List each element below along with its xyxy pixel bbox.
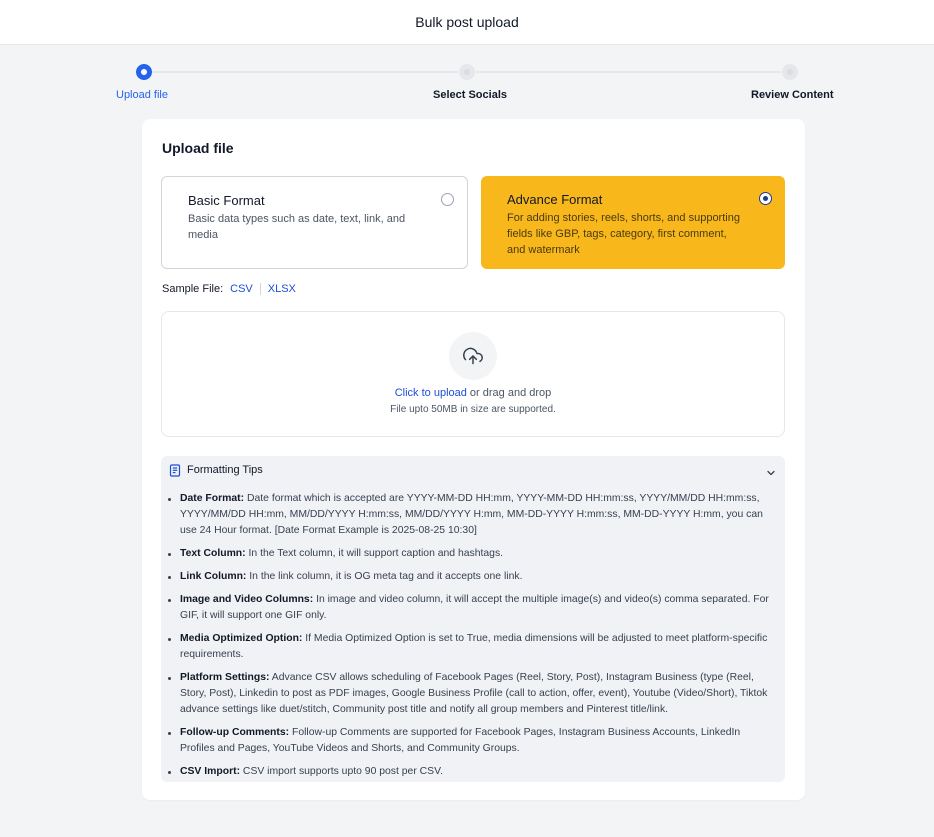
page-title: Bulk post upload bbox=[415, 14, 519, 30]
tip-text: In the Text column, it will support capt… bbox=[245, 548, 504, 559]
basic-format-description: Basic data types such as date, text, lin… bbox=[188, 213, 406, 241]
basic-format-option[interactable]: Basic Format Basic data types such as da… bbox=[161, 176, 468, 269]
sample-csv-link[interactable]: CSV bbox=[230, 283, 253, 295]
step-dot-upload-file[interactable] bbox=[136, 64, 152, 80]
upload-size-note: File upto 50MB in size are supported. bbox=[390, 404, 556, 415]
tip-item: Date Format: Date format which is accept… bbox=[167, 491, 777, 539]
drag-drop-text: or drag and drop bbox=[466, 387, 552, 399]
step-label-select-socials[interactable]: Select Socials bbox=[433, 89, 507, 101]
advance-format-option[interactable]: Advance Format For adding stories, reels… bbox=[481, 176, 785, 269]
tip-text: Date format which is accepted are YYYY-M… bbox=[180, 493, 763, 536]
tip-item: Image and Video Columns: In image and vi… bbox=[167, 592, 777, 624]
card-title: Upload file bbox=[162, 140, 234, 156]
tip-text: Advance CSV allows scheduling of Faceboo… bbox=[180, 672, 768, 715]
tip-key: Link Column: bbox=[180, 571, 247, 582]
tip-item: Link Column: In the link column, it is O… bbox=[167, 569, 777, 585]
stepper-line bbox=[152, 71, 458, 73]
divider bbox=[259, 283, 261, 295]
document-icon bbox=[169, 464, 181, 482]
advance-format-radio[interactable] bbox=[759, 192, 772, 205]
stepper: Upload file Select Socials Review Conten… bbox=[0, 60, 934, 110]
tip-key: CSV Import: bbox=[180, 766, 241, 777]
tip-item: CSV Import: CSV import supports upto 90 … bbox=[167, 764, 777, 780]
formatting-tips-panel: Formatting Tips Date Format: Date format… bbox=[161, 456, 785, 782]
tip-item: Follow-up Comments: Follow-up Comments a… bbox=[167, 725, 777, 757]
upload-card: Upload file Basic Format Basic data type… bbox=[142, 119, 805, 800]
formatting-tips-title: Formatting Tips bbox=[187, 464, 263, 476]
step-label-review-content[interactable]: Review Content bbox=[751, 89, 834, 101]
chevron-down-icon[interactable] bbox=[766, 465, 776, 483]
stepper-line bbox=[476, 71, 781, 73]
advance-format-description: For adding stories, reels, shorts, and s… bbox=[507, 212, 740, 256]
click-to-upload-link[interactable]: Click to upload bbox=[395, 387, 467, 399]
formatting-tips-header[interactable]: Formatting Tips bbox=[161, 456, 785, 484]
tip-item: Platform Settings: Advance CSV allows sc… bbox=[167, 670, 777, 718]
upload-cloud-icon[interactable] bbox=[449, 332, 497, 380]
basic-format-radio[interactable] bbox=[441, 193, 454, 206]
basic-format-name: Basic Format bbox=[188, 193, 265, 208]
tip-key: Text Column: bbox=[180, 548, 246, 559]
step-label-upload-file[interactable]: Upload file bbox=[116, 89, 168, 101]
tip-key: Image and Video Columns: bbox=[180, 594, 314, 605]
tip-key: Platform Settings: bbox=[180, 672, 270, 683]
step-dot-review-content[interactable] bbox=[782, 64, 798, 80]
tip-key: Media Optimized Option: bbox=[180, 633, 303, 644]
tip-text: In the link column, it is OG meta tag an… bbox=[246, 571, 523, 582]
advance-format-name: Advance Format bbox=[507, 192, 603, 207]
tips-list: Date Format: Date format which is accept… bbox=[167, 491, 777, 787]
sample-file-row: Sample File: CSV XLSX bbox=[162, 283, 296, 295]
top-bar: Bulk post upload bbox=[0, 0, 934, 45]
file-dropzone[interactable]: Click to upload or drag and drop File up… bbox=[161, 311, 785, 437]
sample-xlsx-link[interactable]: XLSX bbox=[268, 283, 296, 295]
tip-item: Text Column: In the Text column, it will… bbox=[167, 546, 777, 562]
step-dot-select-socials[interactable] bbox=[459, 64, 475, 80]
tip-item: Media Optimized Option: If Media Optimiz… bbox=[167, 631, 777, 663]
upload-instruction: Click to upload or drag and drop bbox=[162, 387, 784, 399]
sample-file-label: Sample File: bbox=[162, 283, 224, 295]
tip-key: Follow-up Comments: bbox=[180, 727, 290, 738]
tip-key: Date Format: bbox=[180, 493, 245, 504]
tip-text: CSV import supports upto 90 post per CSV… bbox=[240, 766, 443, 777]
